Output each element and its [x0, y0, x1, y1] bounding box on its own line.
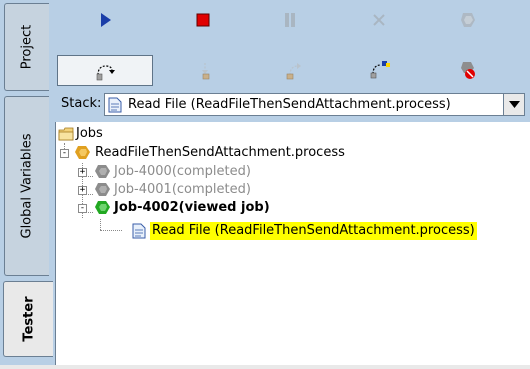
process-button[interactable] [448, 6, 488, 34]
process-icon [461, 13, 475, 27]
tree-connector [86, 194, 93, 195]
play-button[interactable] [86, 6, 126, 34]
breakpoint-button[interactable] [360, 55, 400, 83]
tree-connector [86, 176, 93, 177]
tree-node-label: Jobs [76, 126, 103, 141]
step-into-icon [96, 64, 115, 80]
expand-toggle[interactable]: + [78, 168, 87, 177]
job-icon [95, 165, 110, 178]
tree-node-label: ReadFileThenSendAttachment.process [95, 145, 345, 160]
pause-button[interactable] [270, 6, 310, 34]
job-active-icon [95, 201, 110, 214]
cancel-job-button[interactable] [359, 6, 399, 34]
tree-connector [86, 212, 93, 213]
chevron-down-icon[interactable] [503, 94, 524, 115]
close-icon [373, 14, 385, 26]
process-icon [75, 146, 90, 159]
document-icon [108, 97, 122, 112]
status-strip [0, 365, 530, 369]
tab-global-variables-label: Global Variables [19, 133, 35, 239]
breakpoint-icon [370, 61, 390, 79]
step-out-button[interactable] [274, 56, 314, 84]
remove-process-icon [461, 62, 475, 79]
pause-icon [285, 13, 295, 27]
tree-connector [100, 219, 101, 230]
stack-label: Stack: [61, 96, 102, 111]
tester-panel: Project Global Variables Tester Stack: R… [0, 0, 530, 365]
tree-node-job[interactable]: Job-4001(completed) [94, 181, 251, 199]
remove-process-button[interactable] [448, 56, 488, 84]
tree-node-activity[interactable]: Read File (ReadFileThenSendAttachment.pr… [132, 222, 477, 240]
folder-icon [58, 127, 74, 141]
stack-value: Read File (ReadFileThenSendAttachment.pr… [128, 97, 451, 112]
expand-toggle[interactable]: + [78, 186, 87, 195]
tab-tester-label: Tester [21, 296, 36, 342]
stop-icon [196, 13, 210, 27]
tree-node-label: Job-4000(completed) [114, 164, 251, 179]
tab-project-label: Project [19, 24, 35, 70]
step-into-button[interactable] [57, 55, 153, 86]
tab-global-variables[interactable]: Global Variables [4, 96, 49, 276]
tree-node-job[interactable]: Job-4000(completed) [94, 163, 251, 181]
document-icon [132, 223, 146, 239]
collapse-toggle[interactable]: - [60, 149, 69, 158]
job-tree: Jobs - ReadFileThenSendAttachment.proces… [55, 122, 530, 365]
step-out-icon [286, 63, 301, 80]
play-icon [101, 13, 111, 27]
tab-tester[interactable]: Tester [3, 281, 53, 357]
stack-dropdown[interactable]: Read File (ReadFileThenSendAttachment.pr… [104, 93, 525, 116]
job-icon [95, 183, 110, 196]
tree-node-process[interactable]: ReadFileThenSendAttachment.process [74, 144, 345, 162]
collapse-toggle[interactable]: - [78, 204, 87, 213]
tree-connector [100, 230, 122, 231]
tab-project[interactable]: Project [4, 3, 49, 91]
step-icon [202, 63, 210, 80]
tree-node-label: Job-4001(completed) [114, 182, 251, 197]
stop-button[interactable] [183, 6, 223, 34]
tree-node-label: Job-4002(viewed job) [114, 200, 270, 215]
tree-node-jobs[interactable]: Jobs [58, 125, 103, 143]
tree-node-job-viewed[interactable]: Job-4002(viewed job) [94, 199, 270, 217]
step-button[interactable] [187, 56, 227, 84]
tree-node-label: Read File (ReadFileThenSendAttachment.pr… [150, 222, 477, 240]
